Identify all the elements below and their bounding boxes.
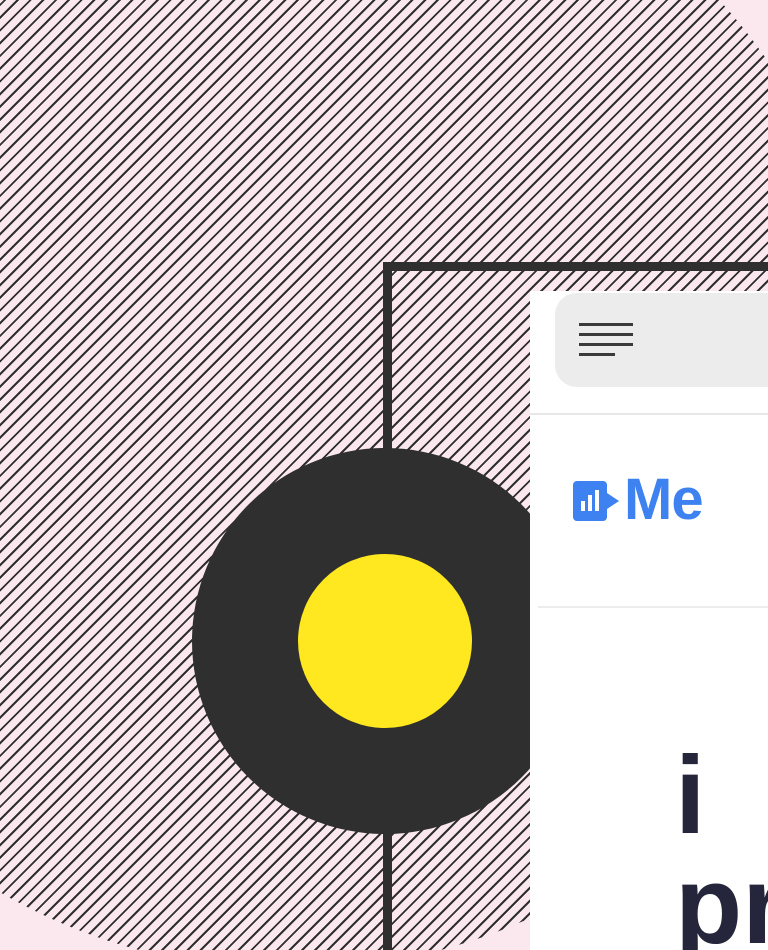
brand-header: Me: [530, 467, 768, 532]
brand-name: Me: [624, 467, 704, 532]
yellow-circle: [298, 554, 472, 728]
bar-chart-logo-icon: [573, 481, 619, 521]
header-divider: [538, 606, 768, 608]
address-bar[interactable]: [555, 293, 768, 387]
browser-toolbar: [530, 291, 768, 415]
menu-icon[interactable]: [579, 321, 637, 361]
frame-line-horizontal: [383, 262, 768, 271]
mobile-screen: Me i pr: [530, 291, 768, 950]
page-headline: i pr: [675, 734, 768, 950]
hero-illustration: Me i pr: [0, 0, 768, 950]
